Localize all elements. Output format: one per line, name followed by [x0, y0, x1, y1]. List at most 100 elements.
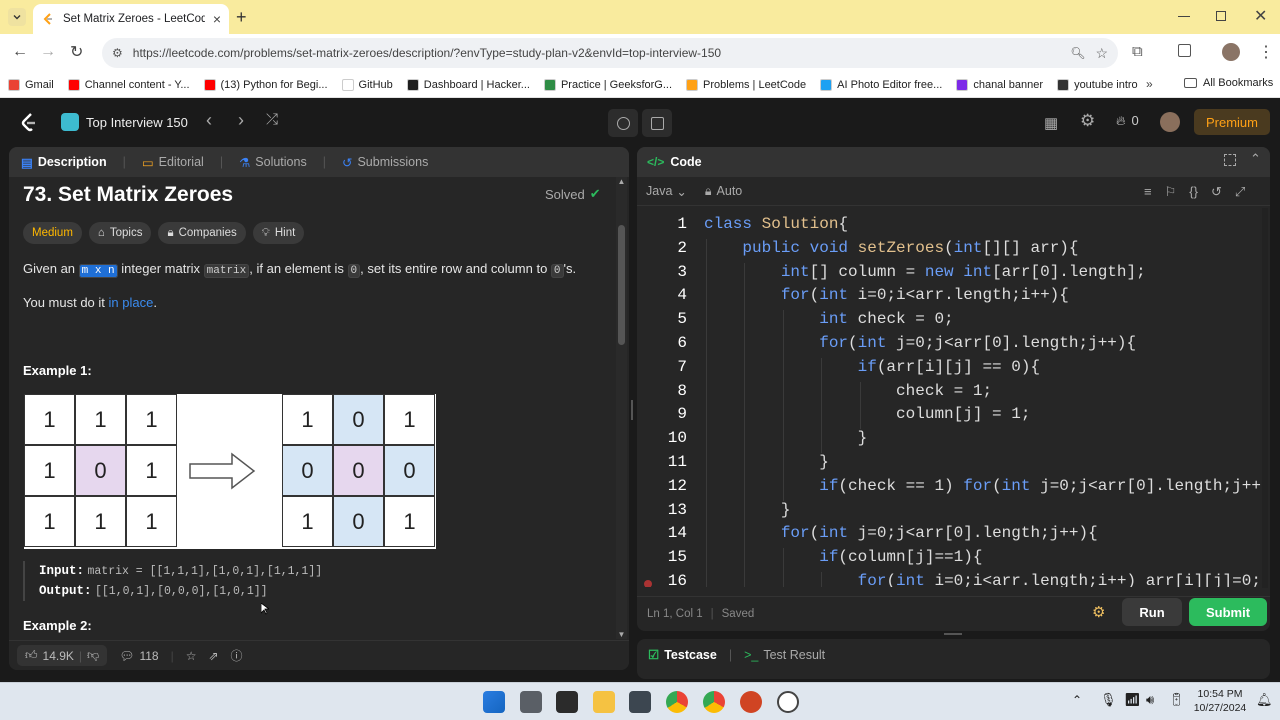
browser-tab[interactable]: Set Matrix Zeroes - LeetCode ×	[33, 4, 229, 34]
code-line[interactable]: for(int i=0;i<arr.length;i++){	[704, 286, 1069, 304]
scrollbar-down-arrow[interactable]: ▼	[616, 630, 627, 639]
format-icon[interactable]: ≡	[1144, 184, 1152, 200]
in-place-link[interactable]: in place	[109, 295, 154, 310]
language-select[interactable]: Java ⌄	[646, 184, 687, 199]
reset-icon[interactable]: ↺	[1211, 184, 1222, 200]
code-line[interactable]: for(int i=0;i<arr.length;i++) arr[i][j]=…	[704, 572, 1261, 587]
description-scrollbar[interactable]: ▲ ▼	[616, 177, 627, 639]
calculator-icon[interactable]	[629, 691, 651, 713]
shuffle-icon[interactable]: ⤮	[266, 111, 278, 128]
task-view-icon[interactable]	[520, 691, 542, 713]
submit-button[interactable]: Submit	[1189, 598, 1267, 626]
prev-problem-icon[interactable]: ‹	[206, 110, 212, 131]
tab-test-result[interactable]: >_ Test Result	[744, 648, 825, 662]
new-tab-button[interactable]: +	[236, 7, 247, 28]
problem-list-title[interactable]: Top Interview 150	[86, 115, 188, 130]
clock[interactable]: 10:54 PM 10/27/2024	[1190, 687, 1250, 715]
streak-counter[interactable]: 🔥︎ 0	[1116, 113, 1139, 129]
code-line[interactable]: if(check == 1) for(int j=0;j<arr[0].leng…	[704, 477, 1270, 495]
bookmark-icon[interactable]: ⚐	[1165, 184, 1177, 200]
problem-list-icon[interactable]	[61, 113, 79, 131]
tab-description[interactable]: ▤ Description	[21, 155, 107, 170]
editor-scrollbar[interactable]	[1262, 208, 1268, 588]
help-icon[interactable]: ⓘ	[231, 647, 243, 664]
restore-window-icon[interactable]	[1216, 11, 1226, 21]
panel-resize-handle[interactable]	[631, 400, 633, 420]
windows-start-icon[interactable]	[483, 691, 505, 713]
user-avatar[interactable]	[1160, 112, 1180, 132]
zoom-icon[interactable]: 🔍︎	[1070, 46, 1085, 60]
close-tab-icon[interactable]: ×	[213, 11, 221, 27]
share-icon[interactable]: ⇗	[208, 649, 218, 663]
bookmark-item[interactable]: Gmail	[8, 78, 54, 91]
next-problem-icon[interactable]: ›	[238, 110, 244, 131]
hint-button[interactable]: 💡︎ Hint	[252, 222, 305, 244]
code-line[interactable]: }	[704, 429, 868, 447]
battery-icon[interactable]: 🔋︎	[1168, 692, 1185, 708]
tab-editorial[interactable]: ▭ Editorial	[142, 155, 204, 170]
volume-icon[interactable]: 🔊︎	[1146, 692, 1154, 708]
site-info-icon[interactable]: ⚙	[112, 46, 123, 60]
vertical-resize-handle[interactable]	[944, 633, 962, 635]
microphone-icon[interactable]: 🎙︎	[1100, 692, 1117, 708]
forward-icon[interactable]: →	[40, 43, 56, 61]
notification-bell-icon[interactable]: 🔔︎	[1256, 692, 1273, 708]
bookmark-item[interactable]: Practice | GeeksforG...	[543, 78, 672, 91]
tab-search-button[interactable]	[8, 8, 26, 26]
profile-avatar[interactable]	[1222, 43, 1240, 61]
code-line[interactable]: public void setZeroes(int[][] arr){	[704, 239, 1078, 257]
scrollbar-thumb[interactable]	[618, 225, 625, 345]
autosave-mode[interactable]: 🔒︎ Auto	[705, 184, 742, 199]
file-explorer-icon[interactable]	[593, 691, 615, 713]
wifi-icon[interactable]: 📶︎	[1124, 692, 1141, 708]
all-bookmarks[interactable]: All Bookmarks	[1184, 77, 1273, 89]
code-line[interactable]: for(int j=0;j<arr[0].length;j++){	[704, 524, 1098, 542]
close-window-icon[interactable]: ✕	[1254, 6, 1267, 26]
favorite-star-icon[interactable]: ☆	[186, 649, 197, 663]
tab-submissions[interactable]: ↺ Submissions	[342, 155, 428, 170]
code-line[interactable]: int[] column = new int[arr[0].length];	[704, 263, 1146, 281]
like-button[interactable]: 👍︎ 14.9K | 👎︎	[17, 645, 108, 666]
bookmark-item[interactable]: chanal banner	[956, 78, 1043, 91]
debug-icon[interactable]: ⚙	[1092, 603, 1105, 621]
companies-button[interactable]: 🔒︎ Companies	[158, 222, 246, 244]
browser-menu-icon[interactable]: ⋮	[1258, 42, 1274, 62]
sidebar-icon[interactable]	[1178, 44, 1191, 57]
code-line[interactable]: for(int j=0;j<arr[0].length;j++){	[704, 334, 1136, 352]
topics-button[interactable]: ⌂ Topics	[88, 222, 152, 244]
bookmark-item[interactable]: GitHub	[341, 78, 393, 91]
code-line[interactable]: class Solution{	[704, 215, 848, 233]
collapse-icon[interactable]: ⌃	[1250, 151, 1261, 167]
bookmark-item[interactable]: Dashboard | Hacker...	[406, 78, 530, 91]
breakpoint-icon[interactable]	[644, 580, 652, 587]
thumbs-down-icon[interactable]: 👎︎	[87, 648, 99, 663]
braces-icon[interactable]: {}	[1189, 184, 1198, 200]
maximize-icon[interactable]	[1224, 154, 1236, 166]
comments-button[interactable]: 💬︎ 118	[119, 649, 158, 663]
run-button[interactable]: Run	[1122, 598, 1182, 626]
code-line[interactable]: }	[704, 501, 791, 519]
code-line[interactable]: if(column[j]==1){	[704, 548, 982, 566]
tab-testcase[interactable]: ☑ Testcase	[648, 647, 717, 663]
chrome-icon[interactable]	[703, 691, 725, 713]
bookmarks-overflow-icon[interactable]: »	[1146, 77, 1153, 91]
premium-button[interactable]: Premium	[1194, 109, 1270, 135]
timer-button[interactable]	[608, 109, 638, 137]
code-line[interactable]: if(arr[i][j] == 0){	[704, 358, 1040, 376]
powerpoint-icon[interactable]	[740, 691, 762, 713]
bookmark-item[interactable]: youtube intro	[1057, 78, 1138, 91]
code-editor[interactable]: 1 class Solution{2 public void setZeroes(…	[637, 207, 1270, 587]
url-text[interactable]: https://leetcode.com/problems/set-matrix…	[133, 46, 1060, 60]
terminal-app-icon[interactable]	[556, 691, 578, 713]
bookmark-item[interactable]: Channel content - Y...	[67, 78, 190, 91]
scrollbar-up-arrow[interactable]: ▲	[616, 177, 627, 186]
bookmark-item[interactable]: AI Photo Editor free...	[820, 78, 942, 91]
extensions-icon[interactable]: ⧉	[1132, 43, 1143, 60]
notes-button[interactable]	[642, 109, 672, 137]
chrome-active-icon[interactable]	[666, 691, 688, 713]
bookmark-item[interactable]: Problems | LeetCode	[686, 78, 806, 91]
recorder-icon[interactable]	[777, 691, 799, 713]
minimize-window-icon[interactable]	[1178, 16, 1190, 17]
fullscreen-icon[interactable]: ⤢	[1235, 184, 1245, 200]
address-bar[interactable]: ⚙ https://leetcode.com/problems/set-matr…	[102, 38, 1118, 68]
